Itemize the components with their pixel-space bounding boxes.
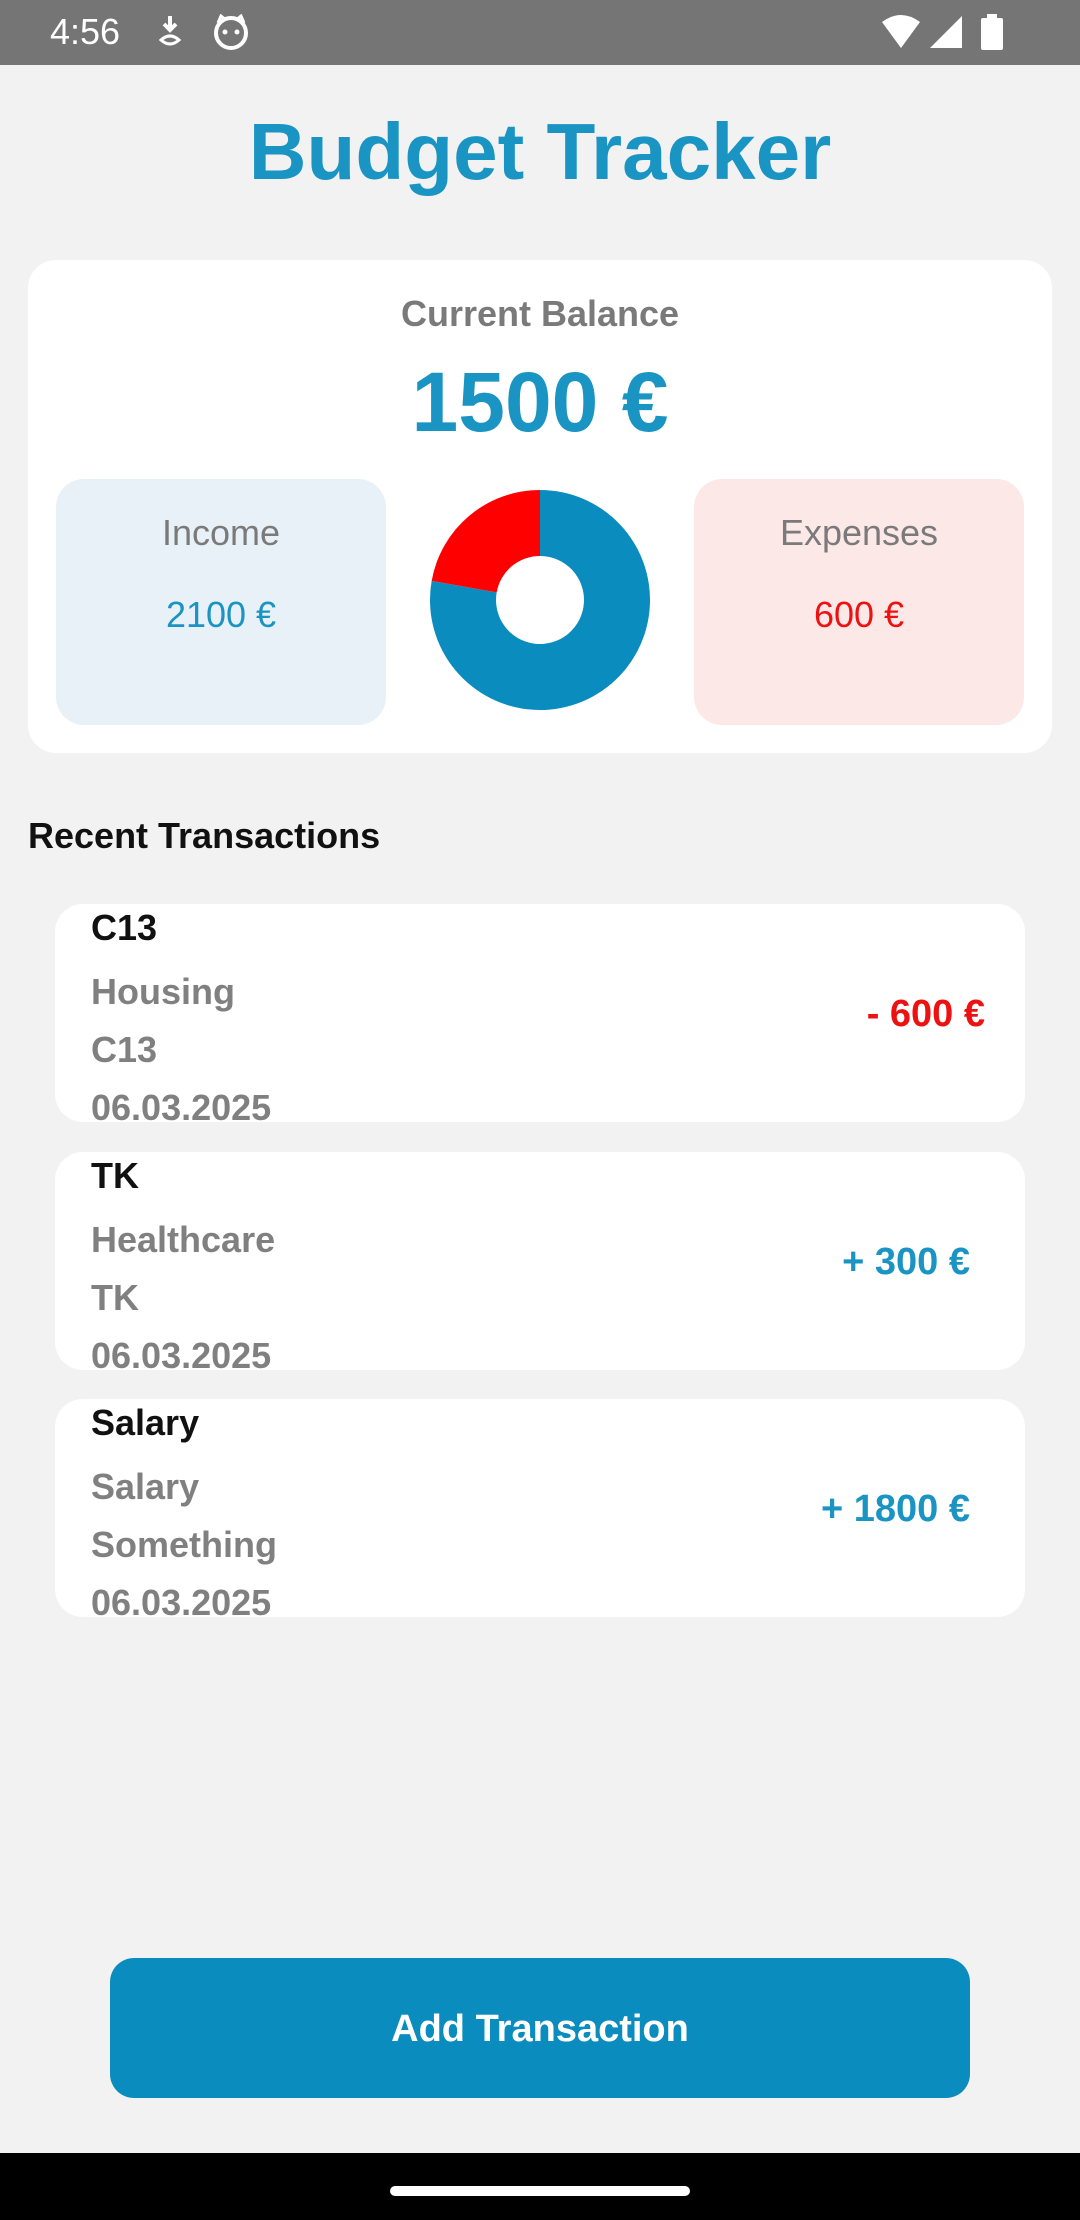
income-summary: Income 2100 € bbox=[56, 479, 386, 725]
transaction-description: TK bbox=[91, 1277, 139, 1318]
transaction-category: Healthcare bbox=[91, 1219, 276, 1260]
download-icon bbox=[155, 14, 185, 53]
transaction-category: Salary bbox=[91, 1466, 200, 1507]
transaction-amount: + 300 € bbox=[842, 1241, 970, 1283]
income-value: 2100 € bbox=[165, 594, 277, 635]
expenses-value: 600 € bbox=[813, 594, 905, 635]
donut-slice-expenses bbox=[431, 490, 540, 593]
system-navigation-bar bbox=[0, 2153, 1080, 2220]
battery-icon bbox=[980, 14, 1004, 55]
transaction-date: 06.03.2025 bbox=[91, 1087, 272, 1122]
status-time: 4:56 bbox=[50, 11, 121, 52]
transaction-amount: + 1800 € bbox=[821, 1488, 970, 1530]
transaction-category: Housing bbox=[91, 971, 235, 1012]
income-label: Income bbox=[161, 512, 281, 553]
wifi-icon bbox=[880, 14, 922, 55]
recent-transactions-title: Recent Transactions bbox=[28, 815, 381, 856]
status-bar: 4:56 bbox=[0, 0, 1080, 65]
transaction-card[interactable]: TK Healthcare TK 06.03.2025 + 300 € bbox=[55, 1152, 1025, 1370]
transaction-amount: - 600 € bbox=[866, 993, 985, 1035]
transaction-date: 06.03.2025 bbox=[91, 1335, 272, 1370]
transaction-description: Something bbox=[91, 1524, 277, 1565]
transaction-title: C13 bbox=[91, 907, 158, 948]
expenses-label: Expenses bbox=[779, 512, 939, 553]
transaction-card[interactable]: C13 Housing C13 06.03.2025 - 600 € bbox=[55, 904, 1025, 1122]
balance-amount: 1500 € bbox=[411, 355, 669, 449]
transaction-description: C13 bbox=[91, 1029, 158, 1070]
income-expense-donut-chart bbox=[430, 490, 650, 710]
transaction-title: TK bbox=[91, 1155, 139, 1196]
transaction-card[interactable]: Salary Salary Something 06.03.2025 + 180… bbox=[55, 1399, 1025, 1617]
app-title: Budget Tracker bbox=[248, 107, 832, 196]
home-gesture-handle[interactable] bbox=[390, 2186, 690, 2196]
expenses-summary: Expenses 600 € bbox=[694, 479, 1024, 725]
cat-face-icon bbox=[212, 13, 250, 55]
balance-label: Current Balance bbox=[400, 293, 680, 334]
transaction-title: Salary bbox=[91, 1402, 200, 1443]
transaction-date: 06.03.2025 bbox=[91, 1582, 272, 1617]
add-transaction-button[interactable]: Add Transaction bbox=[110, 1958, 970, 2098]
cellular-signal-icon bbox=[928, 14, 964, 55]
balance-card: Current Balance 1500 € Income 2100 € Exp… bbox=[28, 260, 1052, 753]
